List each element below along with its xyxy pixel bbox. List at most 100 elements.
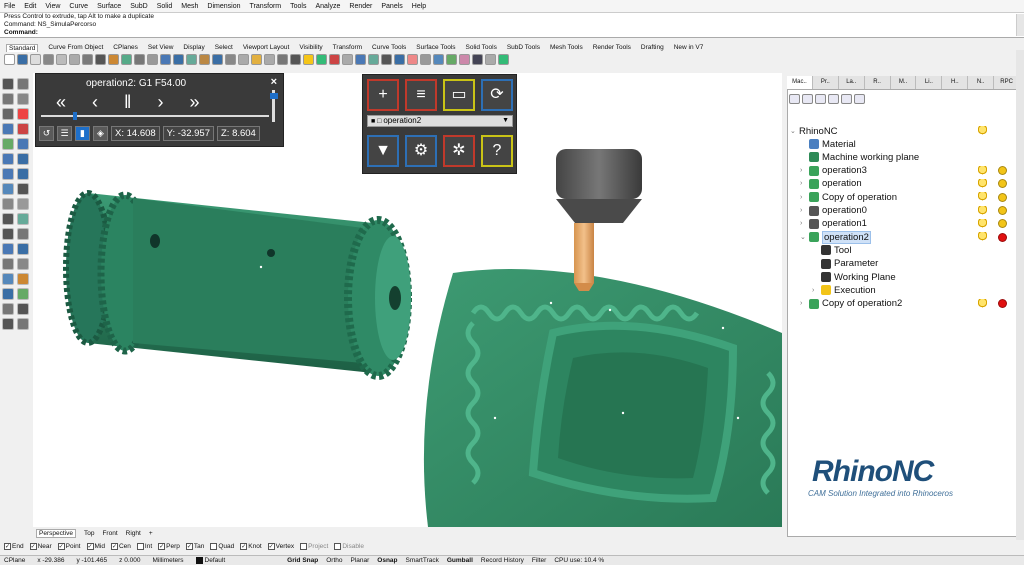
menu-dimension[interactable]: Dimension — [207, 3, 240, 10]
osnap-checkbox[interactable]: ✓ — [110, 543, 118, 550]
osnap-disable[interactable]: Disable — [334, 543, 364, 550]
tree-item-operation2[interactable]: ⌄ operation2 — [800, 230, 871, 244]
tool-view-icon[interactable]: ▮ — [75, 126, 90, 141]
panel-tab-m[interactable]: M.. — [891, 76, 917, 89]
tree-item-parameter[interactable]: Parameter — [812, 258, 878, 270]
left-tool-icon[interactable] — [17, 198, 29, 210]
status-toggle-ortho[interactable]: Ortho — [326, 557, 342, 564]
menu-edit[interactable]: Edit — [24, 3, 36, 10]
panel-tab-la[interactable]: La.. — [839, 76, 865, 89]
tab-display[interactable]: Display — [183, 44, 204, 51]
viewport-tab-top[interactable]: Top — [84, 530, 94, 537]
tab-solid-tools[interactable]: Solid Tools — [466, 44, 497, 51]
left-tool-icon[interactable] — [2, 138, 14, 150]
left-tool-icon[interactable] — [2, 288, 14, 300]
tab-select[interactable]: Select — [215, 44, 233, 51]
status-toggle-grid-snap[interactable]: Grid Snap — [287, 557, 318, 564]
toolbar-tool-icon[interactable] — [368, 54, 379, 65]
osnap-checkbox[interactable]: ✓ — [86, 543, 94, 550]
osnap-quad[interactable]: Quad — [210, 543, 234, 550]
toolbar-tool-icon[interactable] — [472, 54, 483, 65]
osnap-checkbox[interactable] — [136, 543, 144, 550]
menu-curve[interactable]: Curve — [69, 3, 88, 10]
machine-icon[interactable]: ▭ — [443, 79, 475, 111]
toolbar-tool-icon[interactable] — [342, 54, 353, 65]
left-tool-icon[interactable] — [17, 93, 29, 105]
left-tool-icon[interactable] — [2, 243, 14, 255]
tree-item-copy-of-operation[interactable]: › Copy of operation — [800, 191, 897, 203]
osnap-mid[interactable]: ✓ Mid — [86, 543, 105, 550]
panel-scrollbar[interactable] — [1016, 50, 1024, 540]
toolbar-tool-icon[interactable] — [277, 54, 288, 65]
toolbar-tool-icon[interactable] — [82, 54, 93, 65]
tree-item-working-plane[interactable]: Working Plane — [812, 271, 896, 283]
tool-icon[interactable]: ▼ — [367, 135, 399, 167]
left-tool-icon[interactable] — [17, 123, 29, 135]
left-tool-icon[interactable] — [17, 138, 29, 150]
left-tool-icon[interactable] — [17, 168, 29, 180]
toolbar-tool-icon[interactable] — [498, 54, 509, 65]
menu-transform[interactable]: Transform — [250, 3, 282, 10]
chevron-right-icon[interactable]: › — [800, 207, 806, 214]
chevron-right-icon[interactable]: › — [800, 167, 806, 174]
panel-tab-h[interactable]: H.. — [942, 76, 969, 89]
toolbar-tool-icon[interactable] — [381, 54, 392, 65]
tab-cplanes[interactable]: CPlanes — [113, 44, 138, 51]
osnap-point[interactable]: ✓ Point — [57, 543, 81, 550]
status-toggle-gumball[interactable]: Gumball — [447, 557, 473, 564]
menu-view[interactable]: View — [45, 3, 60, 10]
left-tool-icon[interactable] — [2, 168, 14, 180]
menu-panels[interactable]: Panels — [381, 3, 402, 10]
left-tool-icon[interactable] — [2, 123, 14, 135]
tree-item-operation0[interactable]: › operation0 — [800, 205, 867, 217]
toolbar-tool-icon[interactable] — [355, 54, 366, 65]
menu-solid[interactable]: Solid — [157, 3, 173, 10]
tab-visibility[interactable]: Visibility — [299, 44, 322, 51]
chevron-right-icon[interactable]: › — [800, 220, 806, 227]
left-tool-icon[interactable] — [2, 213, 14, 225]
osnap-tan[interactable]: ✓ Tan — [185, 543, 204, 550]
left-tool-icon[interactable] — [17, 288, 29, 300]
visibility-bulb-icon[interactable] — [978, 165, 987, 176]
tab-mesh-tools[interactable]: Mesh Tools — [550, 44, 583, 51]
toolbar-tool-icon[interactable] — [173, 54, 184, 65]
tree-item-execution[interactable]: › Execution — [812, 284, 876, 296]
left-tool-icon[interactable] — [17, 183, 29, 195]
help-icon[interactable]: ? — [481, 135, 513, 167]
progress-handle[interactable] — [72, 112, 77, 120]
toolbar-tool-icon[interactable] — [316, 54, 327, 65]
left-tool-icon[interactable] — [17, 153, 29, 165]
settings-gears-icon[interactable]: ✲ — [443, 135, 475, 167]
osnap-checkbox[interactable]: ✓ — [4, 543, 11, 550]
toolbar-tool-icon[interactable] — [160, 54, 171, 65]
tree-item-machine-working-plane[interactable]: Machine working plane — [800, 151, 919, 163]
osnap-int[interactable]: Int — [136, 543, 152, 550]
left-tool-icon[interactable] — [2, 183, 14, 195]
status-toggle-osnap[interactable]: Osnap — [377, 557, 397, 564]
pause-icon[interactable]: ‖ — [124, 92, 131, 113]
layers-stack-icon[interactable]: ≡ — [405, 79, 437, 111]
tab-render-tools[interactable]: Render Tools — [593, 44, 631, 51]
operation-select[interactable]: ■ □ operation2 ▼ — [367, 115, 513, 127]
info-icon[interactable] — [828, 94, 839, 104]
zoom-icon[interactable] — [854, 94, 865, 104]
toolbar-tool-icon[interactable] — [290, 54, 301, 65]
toolbar-tool-icon[interactable] — [303, 54, 314, 65]
toolbar-tool-icon[interactable] — [329, 54, 340, 65]
status-toggle-planar[interactable]: Planar — [350, 557, 369, 564]
tab-transform[interactable]: Transform — [333, 44, 362, 51]
tab-curve-tools[interactable]: Curve Tools — [372, 44, 406, 51]
chevron-down-icon[interactable]: ⌄ — [790, 127, 796, 135]
toolbar-tool-icon[interactable] — [69, 54, 80, 65]
toolbar-tool-icon[interactable] — [446, 54, 457, 65]
reset-icon[interactable]: ↺ — [39, 126, 54, 141]
panel-tab-pr[interactable]: Pr.. — [813, 76, 839, 89]
left-tool-icon[interactable] — [2, 153, 14, 165]
tree-item-operation3[interactable]: › operation3 — [800, 165, 867, 177]
osnap-checkbox[interactable] — [210, 543, 218, 550]
menu-mesh[interactable]: Mesh — [181, 3, 198, 10]
tab-standard[interactable]: Standard — [6, 43, 39, 52]
toolbar-tool-icon[interactable] — [264, 54, 275, 65]
osnap-project[interactable]: Project — [300, 543, 328, 550]
tab-viewport-layout[interactable]: Viewport Layout — [243, 44, 290, 51]
